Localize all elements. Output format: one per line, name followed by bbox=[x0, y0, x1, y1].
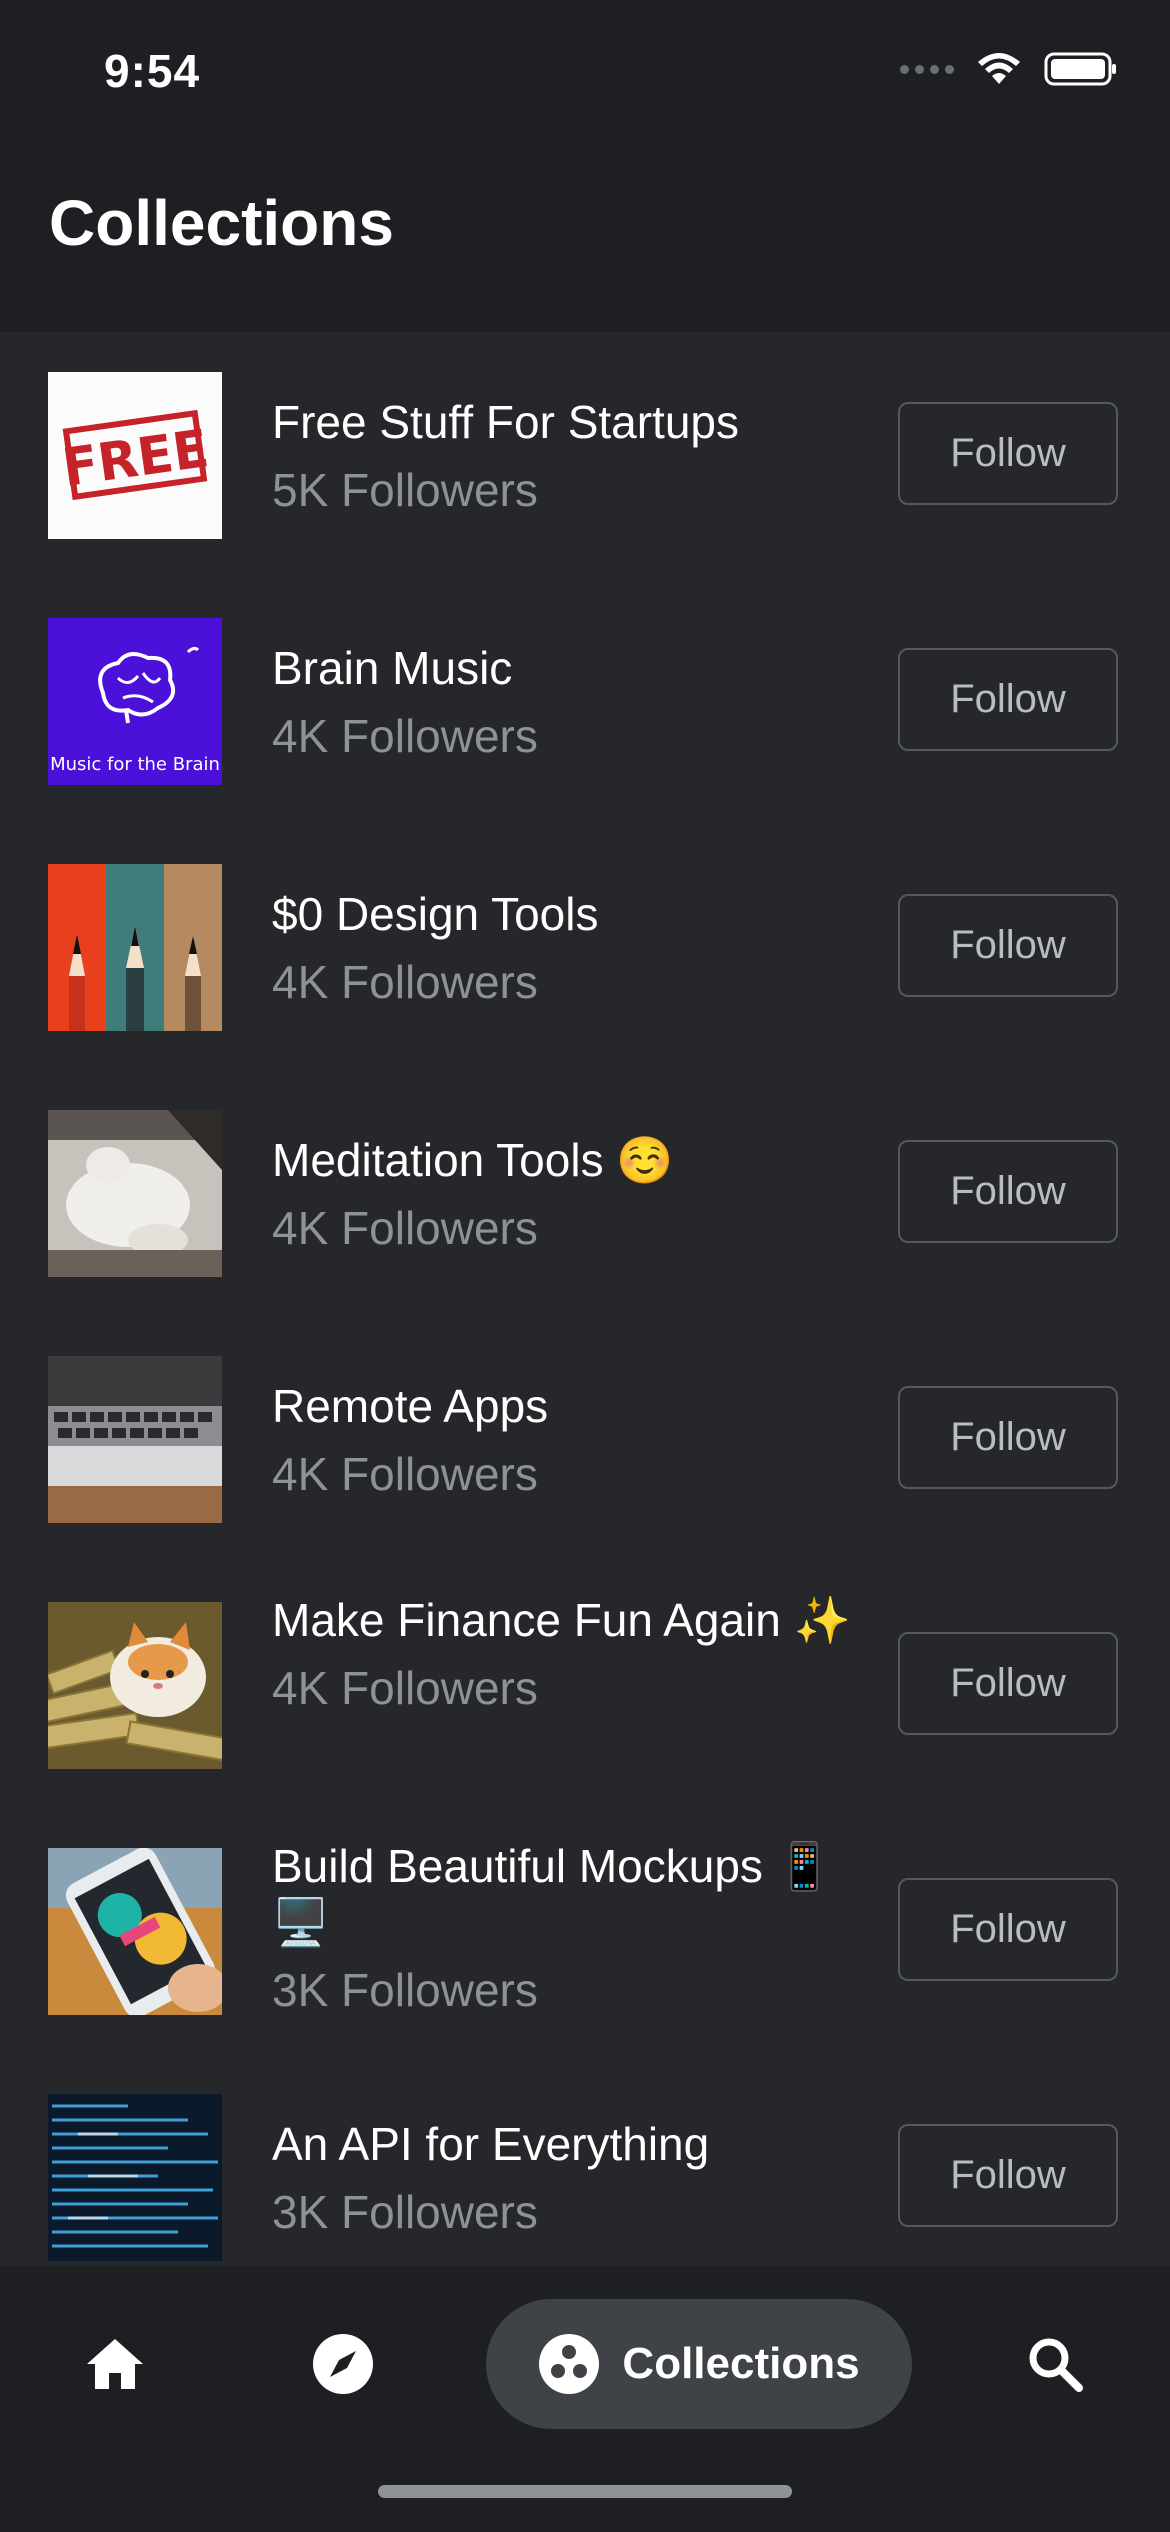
status-time: 9:54 bbox=[104, 45, 201, 97]
follow-button[interactable]: Follow bbox=[898, 1386, 1118, 1489]
collection-title: $0 Design Tools bbox=[272, 888, 599, 940]
collection-title: Make Finance Fun Again ✨ bbox=[272, 1594, 851, 1646]
follow-button[interactable]: Follow bbox=[898, 1878, 1118, 1981]
tab-search[interactable] bbox=[1010, 2299, 1100, 2429]
collection-thumbnail bbox=[48, 1602, 222, 1769]
collection-row[interactable]: Make Finance Fun Again ✨ 4K Followers Fo… bbox=[0, 1562, 1170, 1808]
tab-explore[interactable] bbox=[298, 2299, 388, 2429]
collection-followers: 5K Followers bbox=[272, 464, 538, 516]
follow-button[interactable]: Follow bbox=[898, 894, 1118, 997]
follow-button[interactable]: Follow bbox=[898, 648, 1118, 751]
collection-title: Build Beautiful Mockups 📱 🖥️ bbox=[272, 1840, 833, 1948]
tab-bar: Collections bbox=[0, 2266, 1170, 2532]
wifi-icon bbox=[978, 53, 1020, 84]
status-icons bbox=[900, 52, 1118, 86]
collection-followers: 4K Followers bbox=[272, 1448, 538, 1500]
collection-title: Remote Apps bbox=[272, 1380, 549, 1432]
tab-home[interactable] bbox=[70, 2299, 160, 2429]
collection-row[interactable]: $0 Design Tools 4K Followers Follow bbox=[0, 824, 1170, 1070]
collection-followers: 4K Followers bbox=[272, 956, 538, 1008]
collection-title: Meditation Tools ☺️ bbox=[272, 1134, 674, 1186]
collection-thumbnail: Music for the Brain bbox=[48, 618, 222, 785]
collection-followers: 3K Followers bbox=[272, 1964, 538, 2016]
collection-title: An API for Everything bbox=[272, 2118, 710, 2170]
collection-followers: 4K Followers bbox=[272, 710, 538, 762]
tab-collections-label: Collections bbox=[622, 2339, 860, 2388]
follow-button[interactable]: Follow bbox=[898, 1140, 1118, 1243]
collection-followers: 4K Followers bbox=[272, 1662, 538, 1714]
collection-row[interactable]: Music for the Brain Brain Music 4K Follo… bbox=[0, 578, 1170, 824]
collection-row[interactable]: FREE Free Stuff For Startups 5K Follower… bbox=[0, 332, 1170, 578]
follow-button[interactable]: Follow bbox=[898, 2124, 1118, 2227]
collection-followers: 4K Followers bbox=[272, 1202, 538, 1254]
page-title: Collections bbox=[49, 187, 394, 259]
collection-row[interactable]: An API for Everything 3K Followers Follo… bbox=[0, 2054, 1170, 2300]
collection-thumbnail bbox=[48, 864, 222, 1031]
cellular-signal-icon bbox=[900, 64, 954, 74]
tab-collections[interactable]: Collections bbox=[486, 2299, 912, 2429]
collection-thumbnail: FREE bbox=[48, 372, 222, 539]
collection-thumbnail bbox=[48, 1110, 222, 1277]
collection-title: Free Stuff For Startups bbox=[272, 396, 740, 448]
compass-icon bbox=[313, 2334, 373, 2394]
home-icon bbox=[87, 2339, 143, 2389]
collection-thumbnail bbox=[48, 1356, 222, 1523]
collection-row[interactable]: Remote Apps 4K Followers Follow bbox=[0, 1316, 1170, 1562]
status-bar: 9:54 bbox=[0, 0, 1170, 150]
collection-thumbnail bbox=[48, 2094, 222, 2261]
follow-button[interactable]: Follow bbox=[898, 402, 1118, 505]
battery-icon bbox=[1044, 52, 1116, 86]
search-icon bbox=[1029, 2338, 1083, 2392]
thumbnail-text: Music for the Brain bbox=[50, 754, 220, 775]
collection-row[interactable]: Meditation Tools ☺️ 4K Followers Follow bbox=[0, 1070, 1170, 1316]
collection-thumbnail bbox=[48, 1848, 222, 2015]
collections-icon bbox=[539, 2334, 600, 2394]
home-indicator bbox=[378, 2485, 792, 2498]
collection-followers: 3K Followers bbox=[272, 2186, 538, 2238]
collection-row[interactable]: Build Beautiful Mockups 📱 🖥️ 3K Follower… bbox=[0, 1808, 1170, 2054]
header: Collections bbox=[0, 150, 1170, 332]
follow-button[interactable]: Follow bbox=[898, 1632, 1118, 1735]
collection-title: Brain Music bbox=[272, 642, 513, 694]
